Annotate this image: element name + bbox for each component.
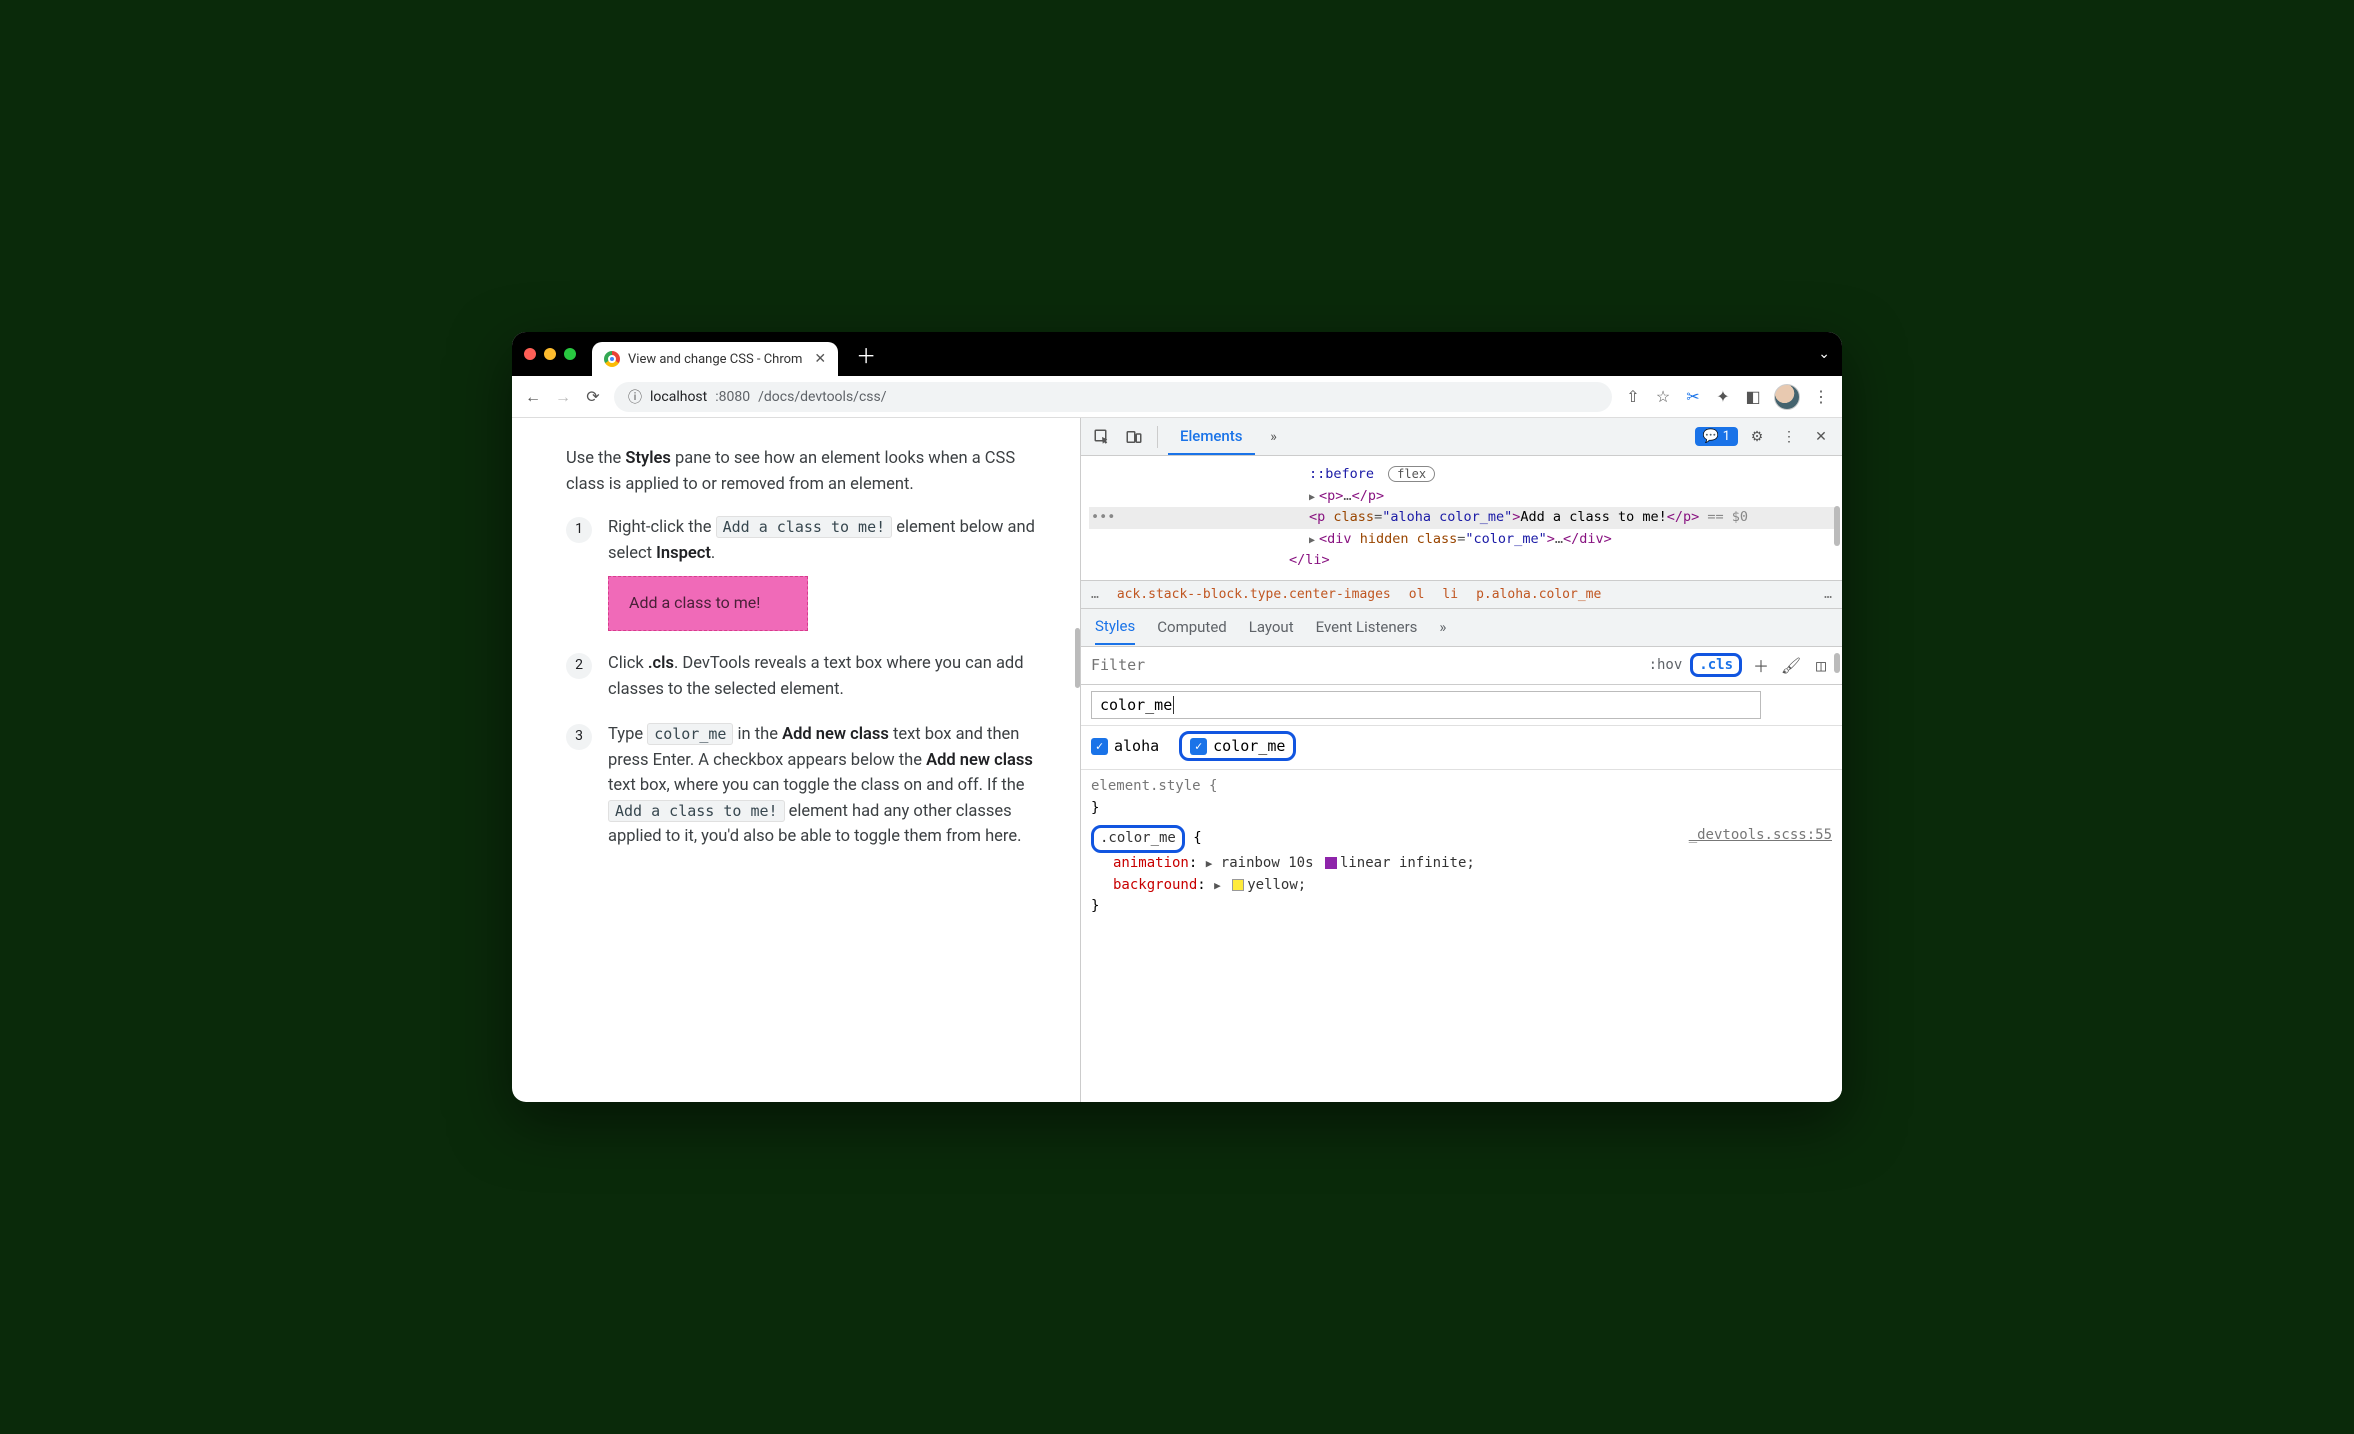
address-bar[interactable]: ⓘ localhost :8080/docs/devtools/css/: [614, 382, 1612, 412]
class-toggle-aloha[interactable]: ✓aloha: [1091, 737, 1159, 755]
step-1: 1 Right-click the Add a class to me! ele…: [566, 515, 1048, 631]
device-toolbar-icon[interactable]: [1121, 424, 1147, 450]
tab-computed[interactable]: Computed: [1157, 618, 1227, 636]
filter-input[interactable]: [1091, 656, 1641, 674]
add-class-row: color_me: [1081, 685, 1842, 726]
browser-toolbar: ← → ⟳ ⓘ localhost :8080/docs/devtools/css…: [512, 376, 1842, 418]
intro-paragraph: Use the Styles pane to see how an elemen…: [566, 446, 1048, 497]
source-link[interactable]: _devtools.scss:55: [1689, 825, 1832, 847]
css-rules: element.style { } .color_me { _devtools.…: [1081, 770, 1842, 924]
window-controls: [524, 348, 576, 360]
url-path: /docs/devtools/css/: [758, 389, 886, 405]
ellipsis-icon[interactable]: •••: [1091, 507, 1115, 529]
close-devtools-icon[interactable]: ✕: [1808, 424, 1834, 450]
content-area: Use the Styles pane to see how an elemen…: [512, 418, 1842, 1102]
dom-node[interactable]: <p>…</p>: [1089, 486, 1838, 508]
back-button[interactable]: ←: [524, 387, 542, 407]
titlebar: View and change CSS - Chrom ✕ ＋ ⌄: [512, 332, 1842, 376]
step-number: 2: [566, 653, 592, 679]
code-snippet: color_me: [647, 723, 733, 745]
element-style-selector[interactable]: element.style {: [1091, 778, 1217, 794]
cls-toggle[interactable]: .cls: [1690, 653, 1742, 677]
scissors-icon[interactable]: ✂: [1684, 387, 1702, 406]
class-toggles: ✓aloha ✓color_me: [1081, 726, 1842, 770]
checkbox-icon: ✓: [1091, 738, 1108, 755]
reload-button[interactable]: ⟳: [584, 387, 602, 406]
flex-badge[interactable]: flex: [1388, 466, 1435, 482]
tabs-overflow-icon[interactable]: ⌄: [1818, 346, 1830, 362]
step-number: 1: [566, 517, 592, 543]
issues-icon: 💬: [1703, 429, 1719, 444]
profile-avatar[interactable]: [1774, 384, 1800, 410]
demo-element[interactable]: Add a class to me!: [608, 576, 808, 631]
code-snippet: Add a class to me!: [716, 516, 893, 538]
add-class-input[interactable]: color_me: [1091, 691, 1761, 719]
share-icon[interactable]: ⇧: [1624, 387, 1642, 406]
color-swatch-icon[interactable]: [1232, 879, 1244, 891]
styles-tabbar: Styles Computed Layout Event Listeners »: [1081, 609, 1842, 647]
dom-node-selected[interactable]: ••• <p class="aloha color_me">Add a clas…: [1089, 507, 1838, 529]
dom-tree[interactable]: ::before flex <p>…</p> ••• <p class="alo…: [1081, 456, 1842, 580]
color-me-selector[interactable]: .color_me: [1091, 825, 1185, 853]
chrome-icon: [604, 351, 620, 367]
styles-bold: Styles: [625, 449, 670, 468]
scrollbar[interactable]: [1834, 506, 1840, 546]
inspect-element-icon[interactable]: [1089, 424, 1115, 450]
step-3: 3 Type color_me in the Add new class tex…: [566, 722, 1048, 850]
tab-event-listeners[interactable]: Event Listeners: [1316, 618, 1418, 636]
breadcrumb-item[interactable]: ack.stack--block.type.center-images: [1117, 587, 1391, 602]
maximize-window-button[interactable]: [564, 348, 576, 360]
issues-badge[interactable]: 💬1: [1695, 427, 1739, 446]
breadcrumb-item[interactable]: p.aloha.color_me: [1476, 587, 1601, 602]
computed-sidebar-icon[interactable]: ◫: [1810, 656, 1832, 675]
styles-filter-row: :hov .cls ＋ 🖌 ◫: [1081, 647, 1842, 685]
splitter-handle[interactable]: [1072, 418, 1080, 1102]
devtools-panel: Elements » 💬1 ⚙ ⋮ ✕ ::before flex <p>…</…: [1080, 418, 1842, 1102]
step-2: 2 Click .cls. DevTools reveals a text bo…: [566, 651, 1048, 702]
tabs-more-icon[interactable]: »: [1261, 424, 1287, 450]
minimize-window-button[interactable]: [544, 348, 556, 360]
tab-styles[interactable]: Styles: [1095, 609, 1135, 645]
bookmark-icon[interactable]: ☆: [1654, 387, 1672, 406]
new-tab-button[interactable]: ＋: [856, 340, 876, 369]
browser-window: View and change CSS - Chrom ✕ ＋ ⌄ ← → ⟳ …: [512, 332, 1842, 1102]
tab-elements[interactable]: Elements: [1168, 419, 1255, 455]
close-window-button[interactable]: [524, 348, 536, 360]
url-port: :8080: [715, 389, 750, 405]
tab-title: View and change CSS - Chrom: [628, 352, 802, 367]
dom-node[interactable]: </li>: [1089, 550, 1838, 572]
page-content: Use the Styles pane to see how an elemen…: [512, 418, 1072, 1102]
dom-node[interactable]: ::before flex: [1089, 464, 1838, 486]
menu-icon[interactable]: ⋮: [1812, 387, 1830, 406]
breadcrumb-item[interactable]: li: [1442, 587, 1458, 602]
extensions-icon[interactable]: ✦: [1714, 387, 1732, 406]
devtools-tabbar: Elements » 💬1 ⚙ ⋮ ✕: [1081, 418, 1842, 456]
new-style-rule-icon[interactable]: ＋: [1750, 653, 1772, 677]
paint-icon[interactable]: 🖌: [1780, 656, 1802, 675]
browser-tab[interactable]: View and change CSS - Chrom ✕: [592, 342, 838, 376]
code-snippet: Add a class to me!: [608, 800, 785, 822]
class-toggle-color-me[interactable]: ✓color_me: [1179, 731, 1296, 761]
easing-swatch-icon[interactable]: [1325, 857, 1337, 869]
forward-button[interactable]: →: [554, 387, 572, 407]
checkbox-icon: ✓: [1190, 738, 1207, 755]
url-host: localhost: [650, 389, 707, 405]
settings-icon[interactable]: ⚙: [1744, 424, 1770, 450]
dom-breadcrumb[interactable]: … ack.stack--block.type.center-images ol…: [1081, 580, 1842, 609]
site-info-icon[interactable]: ⓘ: [628, 387, 642, 407]
sidepanel-icon[interactable]: ◧: [1744, 387, 1762, 406]
scrollbar[interactable]: [1834, 653, 1840, 673]
breadcrumb-item[interactable]: ol: [1409, 587, 1425, 602]
tabs-more-icon[interactable]: »: [1439, 618, 1446, 636]
close-tab-icon[interactable]: ✕: [814, 351, 826, 367]
tab-layout[interactable]: Layout: [1249, 618, 1294, 636]
dom-node[interactable]: <div hidden class="color_me">…</div>: [1089, 529, 1838, 551]
hov-toggle[interactable]: :hov: [1649, 657, 1683, 673]
step-number: 3: [566, 724, 592, 750]
kebab-menu-icon[interactable]: ⋮: [1776, 424, 1802, 450]
